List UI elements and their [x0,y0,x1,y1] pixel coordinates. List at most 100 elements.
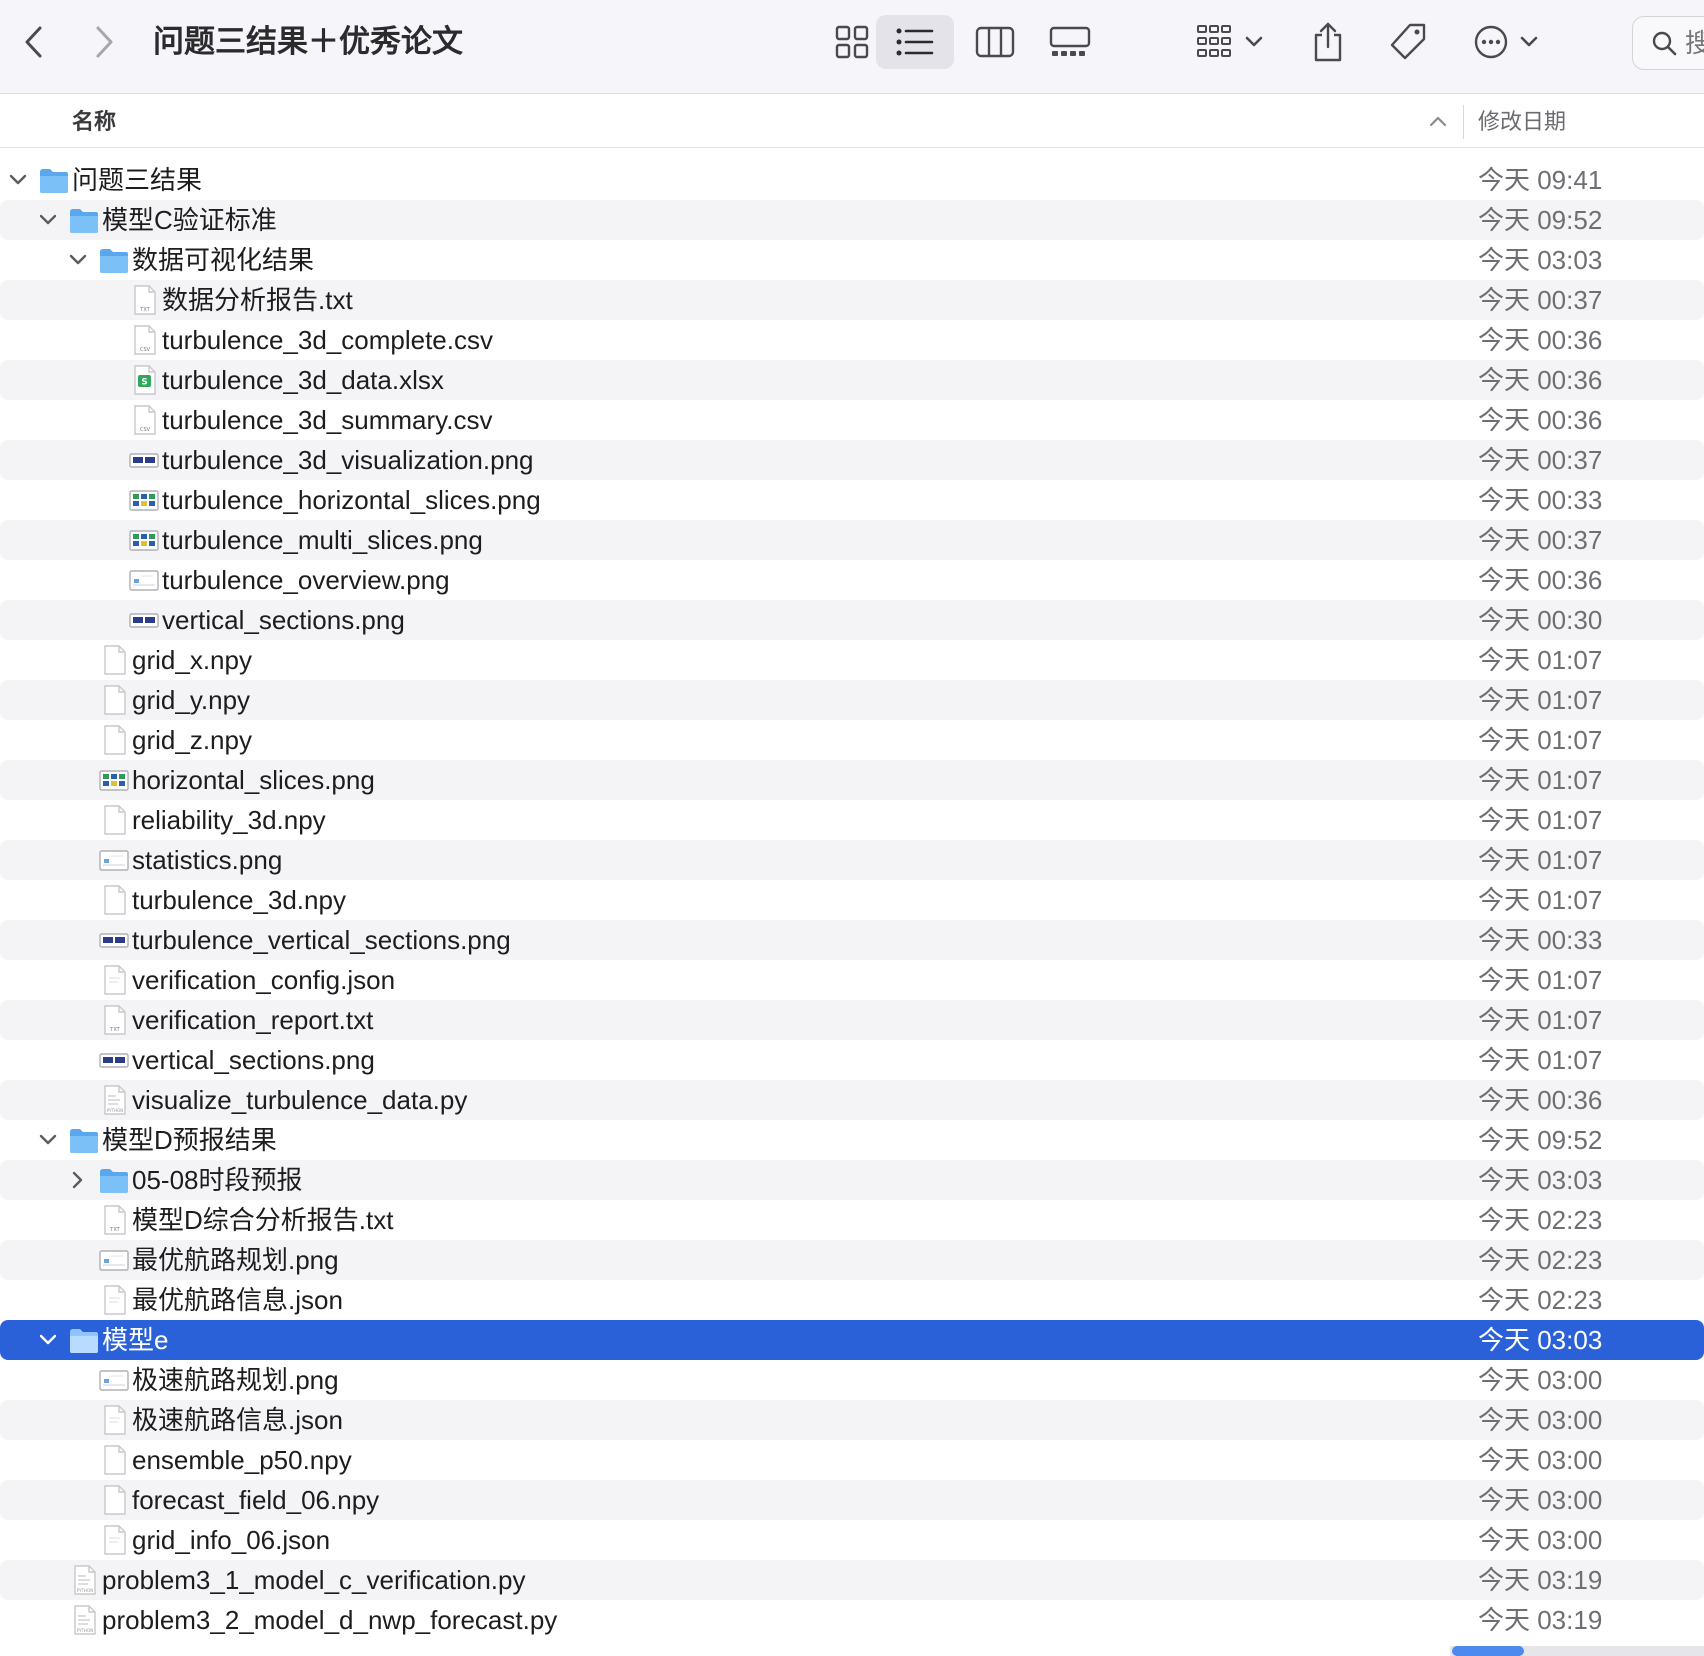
file-row[interactable]: turbulence_overview.png 今天 00:36 [0,560,1704,600]
file-row[interactable]: turbulence_3d.npy 今天 01:07 [0,880,1704,920]
file-name: 模型D预报结果 [102,1125,277,1155]
modified-date: 今天 00:30 [1478,605,1603,635]
sort-ascending-icon[interactable] [1428,109,1448,133]
column-divider[interactable] [1463,105,1464,139]
disclosure-expanded-icon[interactable] [8,170,28,190]
date-column-header[interactable]: 修改日期 [1478,95,1566,148]
folder-row[interactable]: 模型D预报结果 今天 09:52 [0,1120,1704,1160]
file-row[interactable]: PYTHON visualize_turbulence_data.py 今天 00:… [0,1080,1704,1120]
file-row[interactable]: 最优航路规划.png 今天 02:23 [0,1240,1704,1280]
file-row[interactable]: grid_x.npy 今天 01:07 [0,640,1704,680]
folder-row[interactable]: 模型e 今天 03:03 [0,1320,1704,1360]
file-row[interactable]: TXT verification_report.txt 今天 01:07 [0,1000,1704,1040]
py-file-icon: PYTHON [74,1605,96,1635]
file-name: turbulence_overview.png [162,565,450,595]
folder-row[interactable]: 05-08时段预报 今天 03:03 [0,1160,1704,1200]
modified-date: 今天 03:00 [1478,1445,1603,1475]
gallery-view-button[interactable] [1034,15,1106,69]
group-by-button[interactable] [1190,20,1270,64]
file-name: ensemble_p50.npy [132,1445,352,1475]
file-row[interactable]: PYTHON problem3_1_model_c_verification.py… [0,1560,1704,1600]
file-name: turbulence_3d_visualization.png [162,445,534,475]
icon-view-button[interactable] [820,15,884,69]
folder-row[interactable]: 数据可视化结果 今天 03:03 [0,240,1704,280]
png-light-file-icon [99,850,129,871]
column-view-button[interactable] [960,15,1030,69]
file-icon-wrap [120,600,160,640]
disclosure-expanded-icon[interactable] [38,1330,58,1350]
modified-date: 今天 02:23 [1478,1285,1603,1315]
file-row[interactable]: turbulence_horizontal_slices.png 今天 00:33 [0,480,1704,520]
file-row[interactable]: vertical_sections.png 今天 01:07 [0,1040,1704,1080]
file-row[interactable]: Sturbulence_3d_data.xlsx 今天 00:36 [0,360,1704,400]
file-row[interactable]: CSV turbulence_3d_summary.csv 今天 00:36 [0,400,1704,440]
file-row[interactable]: turbulence_multi_slices.png 今天 00:37 [0,520,1704,560]
file-row[interactable]: 极速航路规划.png 今天 03:00 [0,1360,1704,1400]
file-icon-wrap [90,1240,130,1280]
modified-date: 今天 00:36 [1478,1085,1603,1115]
search-field[interactable] [1632,16,1704,70]
modified-date: 今天 01:07 [1478,685,1603,715]
file-row[interactable]: 极速航路信息.json 今天 03:00 [0,1400,1704,1440]
modified-date: 今天 02:23 [1478,1245,1603,1275]
svg-text:TXT: TXT [139,307,150,313]
file-name: 模型D综合分析报告.txt [132,1205,394,1235]
json-file-icon [104,1285,126,1315]
tag-button[interactable] [1384,18,1432,66]
file-row[interactable]: grid_y.npy 今天 01:07 [0,680,1704,720]
png-wide-file-icon [99,1053,129,1068]
svg-text:TXT: TXT [109,1227,120,1233]
chevron-right-icon [96,26,113,58]
file-row[interactable]: turbulence_vertical_sections.png 今天 00:33 [0,920,1704,960]
folder-row[interactable]: 问题三结果 今天 09:41 [0,160,1704,200]
file-row[interactable]: vertical_sections.png 今天 00:30 [0,600,1704,640]
file-row[interactable]: forecast_field_06.npy 今天 03:00 [0,1480,1704,1520]
file-row[interactable]: ensemble_p50.npy 今天 03:00 [0,1440,1704,1480]
file-icon-wrap: PYTHON [60,1600,100,1640]
folder-row[interactable]: 模型C验证标准 今天 09:52 [0,200,1704,240]
disclosure-collapsed-icon[interactable] [68,1170,88,1190]
folder-file-icon [70,1129,98,1153]
file-row[interactable]: statistics.png 今天 01:07 [0,840,1704,880]
png-light-file-icon [99,1250,129,1271]
file-row[interactable]: PYTHON problem3_2_model_d_nwp_forecast.py… [0,1600,1704,1640]
modified-date: 今天 01:07 [1478,885,1603,915]
disclosure-expanded-icon[interactable] [68,250,88,270]
file-row[interactable]: horizontal_slices.png 今天 01:07 [0,760,1704,800]
disclosure-expanded-icon[interactable] [38,210,58,230]
modified-date: 今天 01:07 [1478,805,1603,835]
folder-file-icon [100,1169,128,1193]
file-name: 数据分析报告.txt [162,285,353,315]
share-button[interactable] [1306,16,1350,68]
back-button[interactable] [14,20,54,64]
name-column-header[interactable]: 名称 [72,95,116,148]
file-row[interactable]: turbulence_3d_visualization.png 今天 00:37 [0,440,1704,480]
file-row[interactable]: TXT 数据分析报告.txt 今天 00:37 [0,280,1704,320]
file-row[interactable]: CSV turbulence_3d_complete.csv 今天 00:36 [0,320,1704,360]
search-input[interactable] [1683,26,1704,60]
svg-text:PYTHON: PYTHON [77,1588,93,1593]
file-name: statistics.png [132,845,283,875]
file-row[interactable]: 最优航路信息.json 今天 02:23 [0,1280,1704,1320]
file-name: grid_z.npy [132,725,252,755]
disclosure-expanded-icon[interactable] [38,1130,58,1150]
forward-button[interactable] [84,20,124,64]
file-icon-wrap [90,760,130,800]
folder-file-icon [70,1329,98,1353]
svg-text:PYTHON: PYTHON [107,1108,123,1113]
svg-text:CSV: CSV [140,347,151,353]
file-icon-wrap: TXT [120,280,160,320]
file-name: turbulence_multi_slices.png [162,525,483,555]
modified-date: 今天 03:03 [1478,1165,1603,1195]
file-row[interactable]: grid_z.npy 今天 01:07 [0,720,1704,760]
file-icon-wrap [90,920,130,960]
modified-date: 今天 00:36 [1478,565,1603,595]
list-view-button[interactable] [876,15,954,69]
file-row[interactable]: TXT 模型D综合分析报告.txt 今天 02:23 [0,1200,1704,1240]
more-button[interactable] [1466,18,1546,66]
file-row[interactable]: reliability_3d.npy 今天 01:07 [0,800,1704,840]
file-row[interactable]: grid_info_06.json 今天 03:00 [0,1520,1704,1560]
file-icon-wrap [90,1400,130,1440]
horizontal-scrollbar-thumb[interactable] [1452,1646,1524,1656]
file-row[interactable]: verification_config.json 今天 01:07 [0,960,1704,1000]
